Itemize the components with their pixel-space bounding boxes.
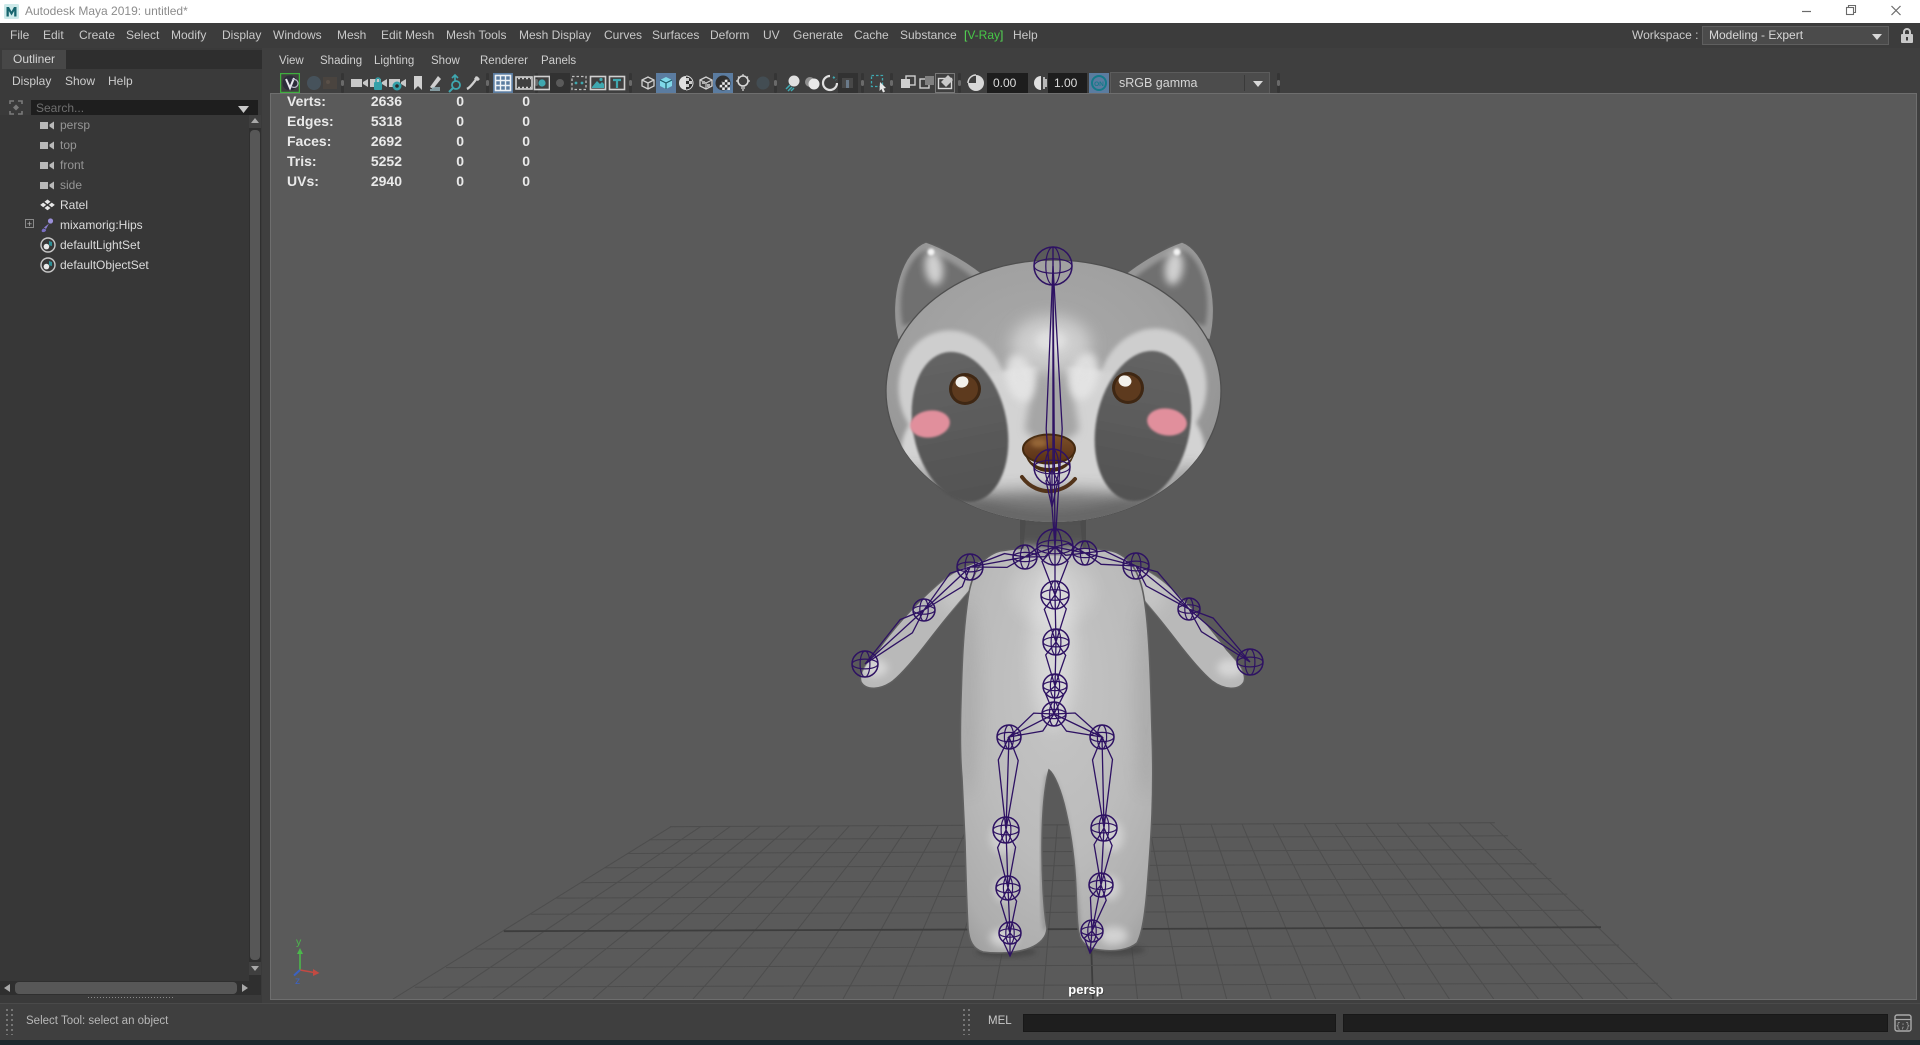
svg-text:2636: 2636 <box>371 94 402 109</box>
svg-text:5318: 5318 <box>371 113 402 129</box>
svg-text:0: 0 <box>456 113 464 129</box>
svg-text:{;}: {;} <box>1896 1022 1910 1031</box>
svg-text:2692: 2692 <box>371 133 402 149</box>
svg-text:persp: persp <box>1068 982 1103 997</box>
svg-text:Edges:: Edges: <box>287 113 334 129</box>
svg-text:z: z <box>295 975 300 987</box>
svg-text:0: 0 <box>522 153 530 169</box>
svg-text:0: 0 <box>522 113 530 129</box>
svg-text:Faces:: Faces: <box>287 133 331 149</box>
svg-text:0: 0 <box>456 94 464 109</box>
svg-text:0: 0 <box>522 133 530 149</box>
svg-text:0: 0 <box>456 153 464 169</box>
svg-text:0: 0 <box>456 173 464 189</box>
svg-text:0: 0 <box>522 173 530 189</box>
svg-text:2940: 2940 <box>371 173 402 189</box>
svg-text:Verts:: Verts: <box>287 94 326 109</box>
svg-text:Tris:: Tris: <box>287 153 317 169</box>
svg-text:5252: 5252 <box>371 153 402 169</box>
svg-text:ON: ON <box>1094 81 1104 88</box>
svg-text:0: 0 <box>522 94 530 109</box>
svg-text:UVs:: UVs: <box>287 173 319 189</box>
svg-text:y: y <box>296 936 302 948</box>
svg-text:0: 0 <box>456 133 464 149</box>
